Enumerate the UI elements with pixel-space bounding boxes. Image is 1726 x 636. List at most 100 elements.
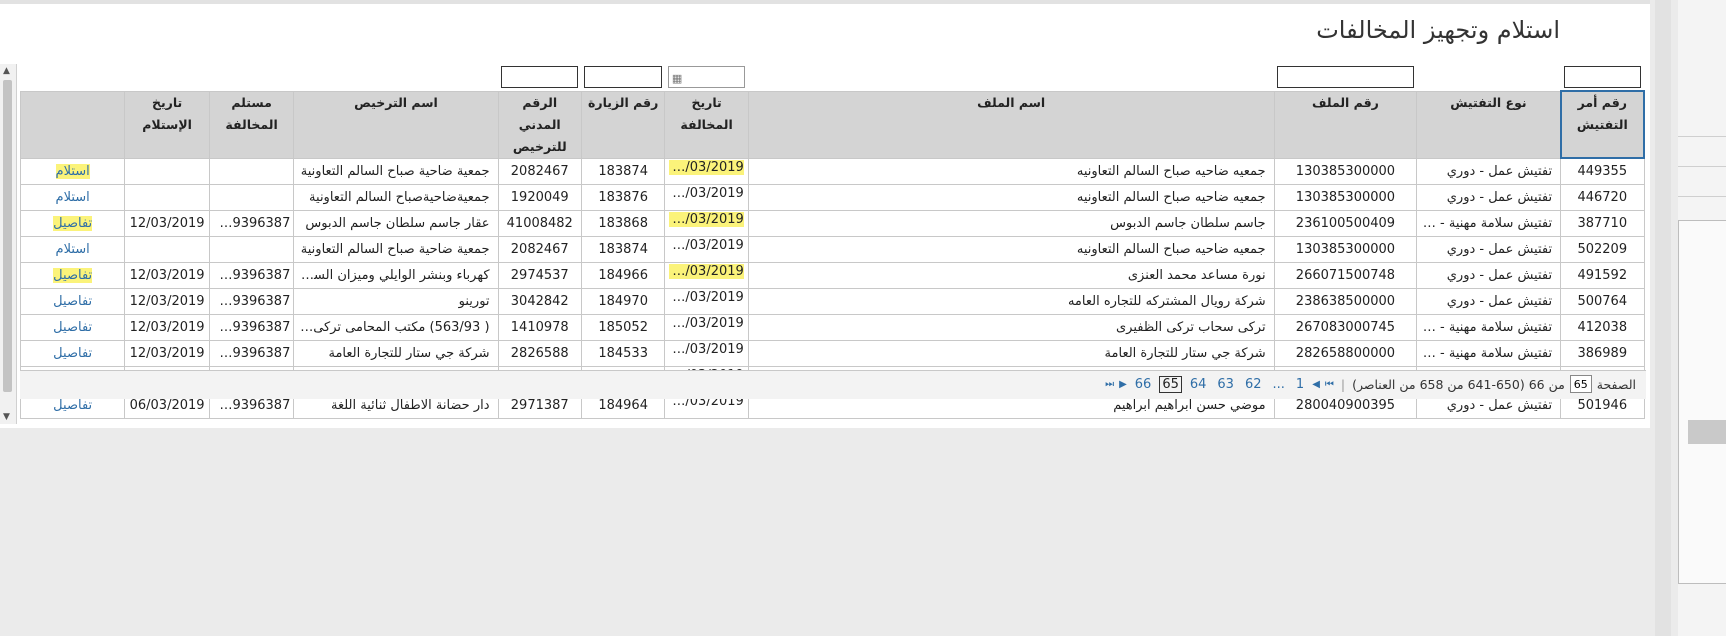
table-row[interactable]: 386989 تفتيش سلامة مهنية - دوري 2826588000… xyxy=(19,339,1645,367)
scroll-up-arrow-icon[interactable]: ▲ xyxy=(3,66,10,76)
grid-vertical-scrollbar[interactable]: ▲ ▼ xyxy=(0,64,17,424)
filter-violation-date-input[interactable] xyxy=(667,66,746,89)
filter-cell-empty xyxy=(293,64,499,92)
receive-link[interactable]: استلام xyxy=(56,242,90,257)
cell-inspection-order: 446720 xyxy=(1560,183,1645,211)
column-header-violation-date[interactable]: تاريخ المخالفة xyxy=(664,90,749,159)
pager-page-link[interactable]: 63 xyxy=(1214,377,1237,392)
cell-action[interactable]: تفاصيل xyxy=(19,261,126,289)
column-header-violation-receiver[interactable]: مستلم المخالفة xyxy=(208,90,295,159)
cell-civil-number: 2974537 xyxy=(497,261,582,289)
cell-file-name: تركى سحاب تركى الظفيرى xyxy=(747,313,1275,341)
cell-file-name: نورة مساعد محمد العنزى xyxy=(747,261,1275,289)
cell-visit-number: 184966 xyxy=(580,261,666,289)
cell-violation-date: 06/03/2019 xyxy=(664,261,749,289)
header-row: رقم أمر التفتيش نوع التفتيش رقم الملف اس… xyxy=(19,90,1646,159)
table-row[interactable]: 412038 تفتيش سلامة مهنية - دوري 2670830007… xyxy=(19,313,1645,341)
cell-inspection-order: 500764 xyxy=(1560,287,1645,315)
cell-file-number: 282658800000 xyxy=(1273,339,1418,367)
cell-inspection-order: 502209 xyxy=(1560,235,1645,263)
cell-receive-date: 12/03/2019 xyxy=(124,313,210,341)
next-page-icon[interactable]: ▶ xyxy=(1119,379,1127,390)
filter-visit-number-input[interactable] xyxy=(584,66,662,89)
pager-current-page-input[interactable] xyxy=(1569,375,1592,393)
details-link[interactable]: تفاصيل xyxy=(53,320,92,335)
cell-receive-date: 12/03/2019 xyxy=(124,339,210,367)
cell-receive-date: 12/03/2019 xyxy=(124,209,210,237)
cell-violation-receiver xyxy=(208,183,295,211)
details-link[interactable]: تفاصيل xyxy=(53,215,93,231)
table-row[interactable]: 446720 تفتيش عمل - دوري 130385300000 جمعيه … xyxy=(19,183,1645,211)
first-page-icon[interactable]: ⏮ xyxy=(1325,379,1334,390)
filter-inspection-order-input[interactable] xyxy=(1563,66,1641,88)
cell-violation-date: 06/03/2019 xyxy=(664,313,749,341)
table-row[interactable]: 502209 تفتيش عمل - دوري 130385300000 جمعيه … xyxy=(19,235,1645,263)
column-header-file-name[interactable]: اسم الملف xyxy=(747,90,1275,159)
cell-license-name: كهرباء وبنشر الوايلي وميزان السيارات xyxy=(293,261,499,289)
cell-file-name: جاسم سلطان جاسم الدبوس xyxy=(747,209,1275,237)
cell-inspection-order: 449355 xyxy=(1560,157,1645,185)
column-header-file-number[interactable]: رقم الملف xyxy=(1273,90,1418,159)
cell-civil-number: 3042842 xyxy=(497,287,582,315)
cell-visit-number: 183868 xyxy=(580,209,666,237)
cell-file-number: 266071500748 xyxy=(1273,261,1418,289)
cell-license-name: ( 563/93) مكتب المحامى تركى سحا... xyxy=(293,313,499,341)
cell-file-number: 236100500409 xyxy=(1273,209,1418,237)
pager-current-page[interactable]: 65 xyxy=(1159,375,1182,393)
pager-page-link[interactable]: 66 xyxy=(1132,377,1155,392)
cell-violation-date: 05/03/2019 xyxy=(664,209,749,237)
cell-license-name: جمعية ضاحية صباح السالم التعاونية xyxy=(293,235,499,263)
last-page-icon[interactable]: ⏭ xyxy=(1105,379,1114,390)
cell-violation-receiver: 09396387... xyxy=(208,313,295,341)
pager-page-link[interactable]: 1 xyxy=(1293,377,1307,392)
cell-action[interactable]: تفاصيل xyxy=(19,287,126,315)
details-link[interactable]: تفاصيل xyxy=(53,398,92,413)
cell-action[interactable]: استلام xyxy=(19,235,126,263)
pager-page-link[interactable]: 64 xyxy=(1187,377,1210,392)
side-block xyxy=(1688,420,1726,444)
pager-ellipsis[interactable]: ... xyxy=(1270,377,1288,392)
cell-receive-date xyxy=(124,157,210,185)
cell-civil-number: 2082467 xyxy=(497,235,582,263)
table-row[interactable]: 449355 تفتيش عمل - دوري 130385300000 جمعيه … xyxy=(19,157,1645,185)
pager-page-link[interactable]: 62 xyxy=(1242,377,1265,392)
scroll-down-arrow-icon[interactable]: ▼ xyxy=(3,412,10,422)
cell-action[interactable]: تفاصيل xyxy=(19,209,126,237)
column-header-visit-number[interactable]: رقم الزيارة xyxy=(580,90,666,159)
filter-file-number-input[interactable] xyxy=(1277,66,1414,89)
cell-violation-date: 06/03/2019 xyxy=(664,287,749,315)
details-link[interactable]: تفاصيل xyxy=(53,267,93,283)
violations-table: ▦ رقم أمر التفتيش نوع التفتيش رقم الملف … xyxy=(19,64,1646,419)
pager-controls: الصفحة من 66 (650-641 من 658 من العناصر)… xyxy=(1105,375,1636,393)
cell-action[interactable]: استلام xyxy=(19,157,126,185)
receive-link[interactable]: استلام xyxy=(55,163,90,179)
column-header-receive-date[interactable]: تاريخ الإستلام xyxy=(124,90,210,159)
window-vertical-scrollbar[interactable] xyxy=(1655,0,1671,636)
filter-cell-visit xyxy=(581,64,665,92)
scroll-thumb[interactable] xyxy=(3,80,12,392)
cell-inspection-order: 412038 xyxy=(1560,313,1645,341)
cell-inspection-type: تفتيش عمل - دوري xyxy=(1416,157,1562,185)
cell-receive-date: 12/03/2019 xyxy=(124,287,210,315)
cell-inspection-type: تفتيش سلامة مهنية - دوري xyxy=(1416,313,1562,341)
column-header-inspection-type[interactable]: نوع التفتيش xyxy=(1416,90,1562,159)
details-link[interactable]: تفاصيل xyxy=(53,346,92,361)
cell-action[interactable]: استلام xyxy=(19,183,126,211)
filter-civil-number-input[interactable] xyxy=(501,66,579,89)
pager-separator: | xyxy=(1340,376,1346,392)
column-header-civil-number[interactable]: الرقم المدني للترخيص xyxy=(497,90,582,159)
table-row[interactable]: 491592 تفتيش عمل - دوري 266071500748 نورة م… xyxy=(19,261,1645,289)
cell-violation-date: 05/03/2019 xyxy=(664,183,749,211)
prev-page-icon[interactable]: ◀ xyxy=(1312,379,1320,390)
column-header-inspection-order[interactable]: رقم أمر التفتيش xyxy=(1559,90,1646,159)
details-link[interactable]: تفاصيل xyxy=(53,294,92,309)
table-row[interactable]: 387710 تفتيش سلامة مهنية - دوري 2361005004… xyxy=(19,209,1645,237)
cell-action[interactable]: تفاصيل xyxy=(19,339,126,367)
table-row[interactable]: 500764 تفتيش عمل - دوري 238638500000 شركة ر… xyxy=(19,287,1645,315)
column-header-license-name[interactable]: اسم الترخيص xyxy=(293,90,499,159)
cell-file-name: جمعيه ضاحيه صباح السالم التعاونيه xyxy=(747,235,1275,263)
cell-action[interactable]: تفاصيل xyxy=(19,313,126,341)
cell-inspection-order: 491592 xyxy=(1560,261,1645,289)
cell-inspection-order: 386989 xyxy=(1560,339,1645,367)
receive-link[interactable]: استلام xyxy=(56,190,90,205)
